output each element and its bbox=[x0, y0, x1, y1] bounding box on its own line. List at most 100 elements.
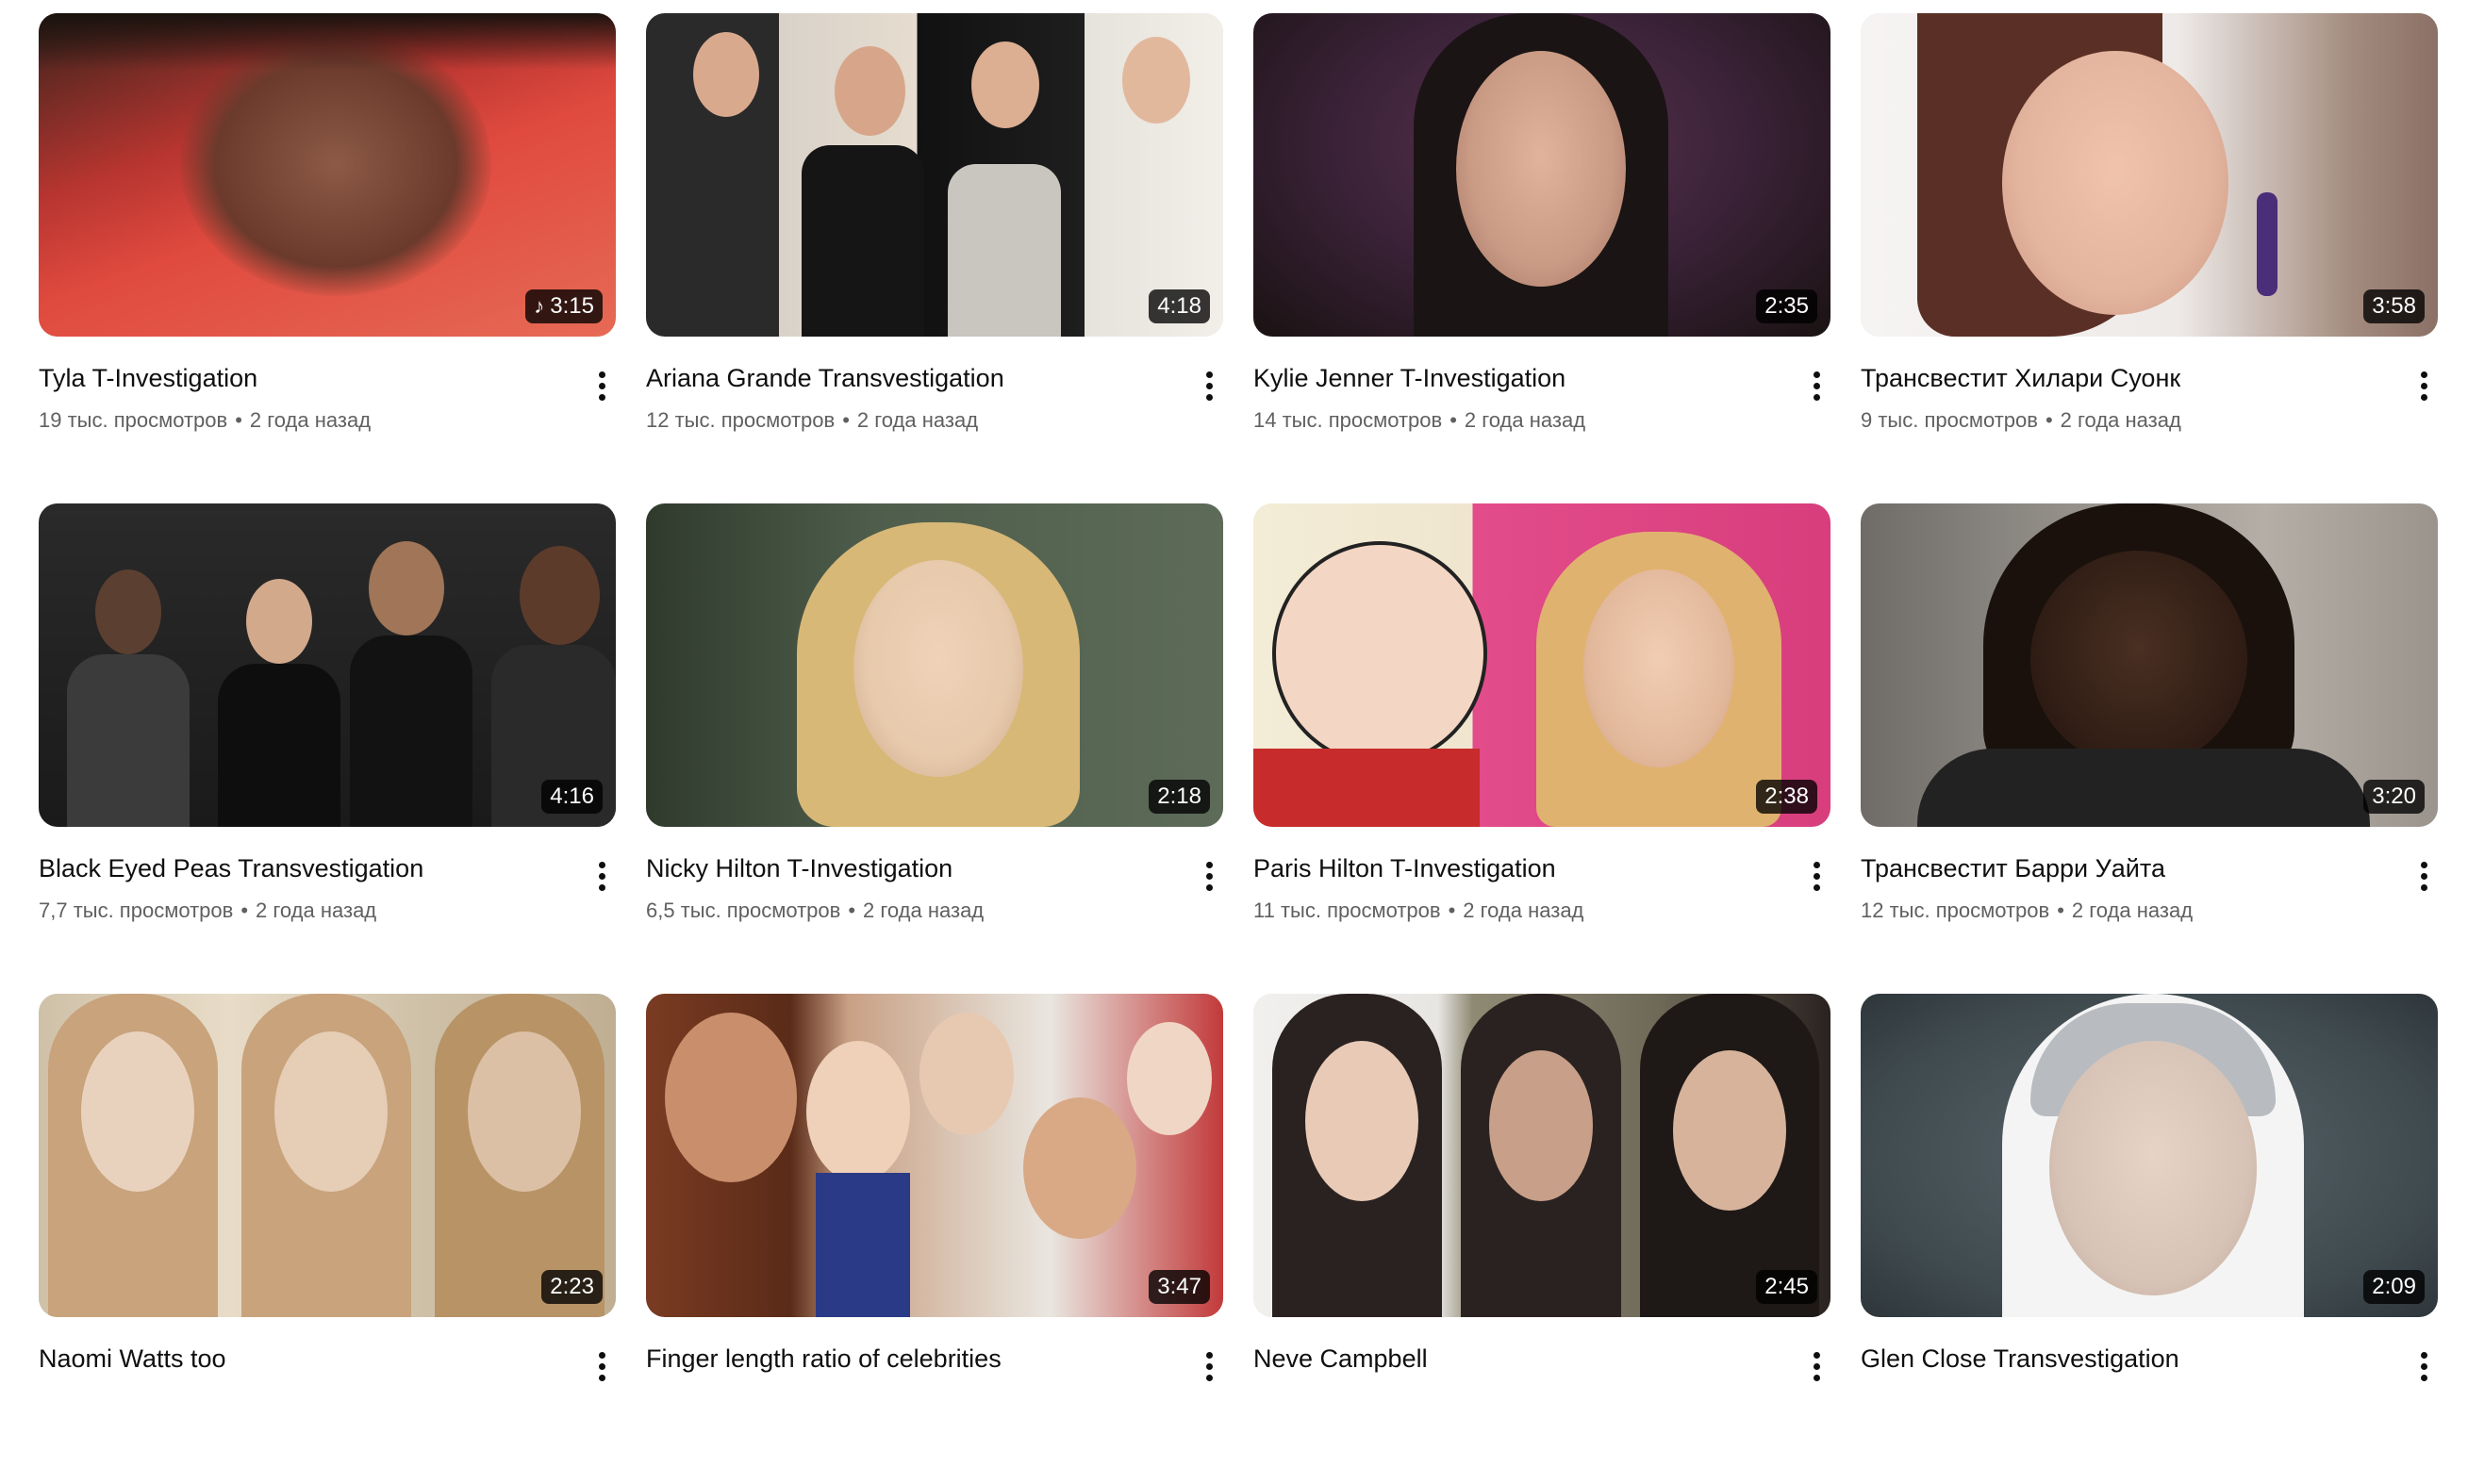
separator-dot: • bbox=[2045, 408, 2053, 432]
video-meta: Paris Hilton T-Investigation 11 тыс. про… bbox=[1253, 827, 1830, 925]
video-stats: 12 тыс. просмотров • 2 года назад bbox=[1861, 897, 2381, 925]
duration-badge: 2:38 bbox=[1756, 780, 1817, 814]
more-vertical-icon[interactable] bbox=[1195, 1347, 1223, 1385]
video-thumbnail[interactable]: ♪ 3:15 bbox=[39, 13, 616, 337]
more-vertical-icon[interactable] bbox=[1195, 857, 1223, 895]
separator-dot: • bbox=[2057, 899, 2064, 922]
duration-text: 4:18 bbox=[1157, 293, 1201, 319]
view-count: 7,7 тыс. просмотров bbox=[39, 899, 234, 922]
video-stats: 12 тыс. просмотров • 2 года назад bbox=[646, 406, 1167, 435]
video-thumbnail[interactable]: 2:35 bbox=[1253, 13, 1830, 337]
video-card[interactable]: 2:38 Paris Hilton T-Investigation 11 тыс… bbox=[1253, 503, 1830, 994]
video-card[interactable]: ♪ 3:15 Tyla T-Investigation 19 тыс. прос… bbox=[39, 13, 616, 503]
video-stats: 7,7 тыс. просмотров • 2 года назад bbox=[39, 897, 559, 925]
video-title[interactable]: Kylie Jenner T-Investigation bbox=[1253, 361, 1774, 395]
video-stats: 11 тыс. просмотров • 2 года назад bbox=[1253, 897, 1774, 925]
thumbnail-image bbox=[39, 994, 616, 1317]
thumbnail-image bbox=[646, 994, 1223, 1317]
thumbnail-image bbox=[1861, 994, 2438, 1317]
video-grid: ♪ 3:15 Tyla T-Investigation 19 тыс. прос… bbox=[39, 13, 2438, 1484]
video-meta: Nicky Hilton T-Investigation 6,5 тыс. пр… bbox=[646, 827, 1223, 925]
duration-badge: 2:35 bbox=[1756, 289, 1817, 323]
upload-age: 2 года назад bbox=[249, 408, 372, 432]
music-note-icon: ♪ bbox=[534, 294, 545, 318]
video-meta: Kylie Jenner T-Investigation 14 тыс. про… bbox=[1253, 337, 1830, 435]
video-stats: 6,5 тыс. просмотров • 2 года назад bbox=[646, 897, 1167, 925]
more-vertical-icon[interactable] bbox=[1195, 367, 1223, 404]
video-thumbnail[interactable]: 4:16 bbox=[39, 503, 616, 827]
separator-dot: • bbox=[235, 408, 242, 432]
upload-age: 2 года назад bbox=[1463, 899, 1584, 922]
video-stats: 19 тыс. просмотров • 2 года назад bbox=[39, 406, 559, 435]
video-title[interactable]: Paris Hilton T-Investigation bbox=[1253, 851, 1774, 885]
upload-age: 2 года назад bbox=[856, 408, 979, 432]
duration-text: 4:16 bbox=[550, 783, 594, 809]
duration-text: 2:18 bbox=[1157, 783, 1201, 809]
video-thumbnail[interactable]: 2:38 bbox=[1253, 503, 1830, 827]
duration-text: 3:15 bbox=[550, 293, 594, 319]
video-thumbnail[interactable]: 2:45 bbox=[1253, 994, 1830, 1317]
duration-text: 3:20 bbox=[2372, 783, 2416, 809]
more-vertical-icon[interactable] bbox=[2410, 1347, 2438, 1385]
thumbnail-image bbox=[39, 13, 616, 337]
video-title[interactable]: Трансвестит Барри Уайта bbox=[1861, 851, 2381, 885]
more-vertical-icon[interactable] bbox=[2410, 857, 2438, 895]
duration-text: 2:09 bbox=[2372, 1274, 2416, 1299]
video-thumbnail[interactable]: 3:58 bbox=[1861, 13, 2438, 337]
video-title[interactable]: Black Eyed Peas Transvestigation bbox=[39, 851, 559, 885]
view-count: 14 тыс. просмотров bbox=[1253, 408, 1443, 432]
thumbnail-image bbox=[1253, 503, 1830, 827]
separator-dot: • bbox=[1448, 899, 1456, 922]
view-count: 12 тыс. просмотров bbox=[646, 408, 836, 432]
more-vertical-icon[interactable] bbox=[588, 1347, 616, 1385]
video-card[interactable]: 4:16 Black Eyed Peas Transvestigation 7,… bbox=[39, 503, 616, 994]
video-thumbnail[interactable]: 4:18 bbox=[646, 13, 1223, 337]
thumbnail-image bbox=[1253, 13, 1830, 337]
upload-age: 2 года назад bbox=[256, 899, 377, 922]
upload-age: 2 года назад bbox=[2071, 899, 2194, 922]
video-thumbnail[interactable]: 2:18 bbox=[646, 503, 1223, 827]
duration-text: 2:35 bbox=[1764, 293, 1809, 319]
video-meta: Tyla T-Investigation 19 тыс. просмотров •… bbox=[39, 337, 616, 435]
video-title[interactable]: Ariana Grande Transvestigation bbox=[646, 361, 1167, 395]
video-title[interactable]: Glen Close Transvestigation bbox=[1861, 1342, 2381, 1376]
video-title[interactable]: Finger length ratio of celebrities bbox=[646, 1342, 1167, 1376]
view-count: 6,5 тыс. просмотров bbox=[646, 899, 841, 922]
more-vertical-icon[interactable] bbox=[2410, 367, 2438, 404]
more-vertical-icon[interactable] bbox=[1802, 1347, 1830, 1385]
video-card[interactable]: 2:45 Neve Campbell bbox=[1253, 994, 1830, 1484]
more-vertical-icon[interactable] bbox=[1802, 367, 1830, 404]
duration-text: 2:23 bbox=[550, 1274, 594, 1299]
video-title[interactable]: Трансвестит Хилари Суонк bbox=[1861, 361, 2381, 395]
duration-badge: 2:45 bbox=[1756, 1270, 1817, 1304]
video-card[interactable]: 3:47 Finger length ratio of celebrities bbox=[646, 994, 1223, 1484]
duration-badge: 3:47 bbox=[1149, 1270, 1210, 1304]
duration-badge: 2:18 bbox=[1149, 780, 1210, 814]
video-card[interactable]: 2:23 Naomi Watts too bbox=[39, 994, 616, 1484]
video-title[interactable]: Tyla T-Investigation bbox=[39, 361, 559, 395]
thumbnail-image bbox=[646, 503, 1223, 827]
video-thumbnail[interactable]: 3:47 bbox=[646, 994, 1223, 1317]
video-thumbnail[interactable]: 2:09 bbox=[1861, 994, 2438, 1317]
video-title[interactable]: Nicky Hilton T-Investigation bbox=[646, 851, 1167, 885]
video-stats: 9 тыс. просмотров • 2 года назад bbox=[1861, 406, 2381, 435]
video-card[interactable]: 3:58 Трансвестит Хилари Суонк 9 тыс. про… bbox=[1861, 13, 2438, 503]
video-title[interactable]: Naomi Watts too bbox=[39, 1342, 559, 1376]
video-meta: Ariana Grande Transvestigation 12 тыс. п… bbox=[646, 337, 1223, 435]
duration-text: 3:58 bbox=[2372, 293, 2416, 319]
video-card[interactable]: 2:35 Kylie Jenner T-Investigation 14 тыс… bbox=[1253, 13, 1830, 503]
more-vertical-icon[interactable] bbox=[588, 367, 616, 404]
video-card[interactable]: 3:20 Трансвестит Барри Уайта 12 тыс. про… bbox=[1861, 503, 2438, 994]
video-title[interactable]: Neve Campbell bbox=[1253, 1342, 1774, 1376]
video-card[interactable]: 2:18 Nicky Hilton T-Investigation 6,5 ты… bbox=[646, 503, 1223, 994]
video-thumbnail[interactable]: 2:23 bbox=[39, 994, 616, 1317]
separator-dot: • bbox=[1449, 408, 1457, 432]
more-vertical-icon[interactable] bbox=[588, 857, 616, 895]
video-thumbnail[interactable]: 3:20 bbox=[1861, 503, 2438, 827]
upload-age: 2 года назад bbox=[2060, 408, 2181, 432]
video-meta: Трансвестит Хилари Суонк 9 тыс. просмотр… bbox=[1861, 337, 2438, 435]
video-card[interactable]: 2:09 Glen Close Transvestigation bbox=[1861, 994, 2438, 1484]
video-card[interactable]: 4:18 Ariana Grande Transvestigation 12 т… bbox=[646, 13, 1223, 503]
more-vertical-icon[interactable] bbox=[1802, 857, 1830, 895]
video-meta: Neve Campbell bbox=[1253, 1317, 1830, 1381]
